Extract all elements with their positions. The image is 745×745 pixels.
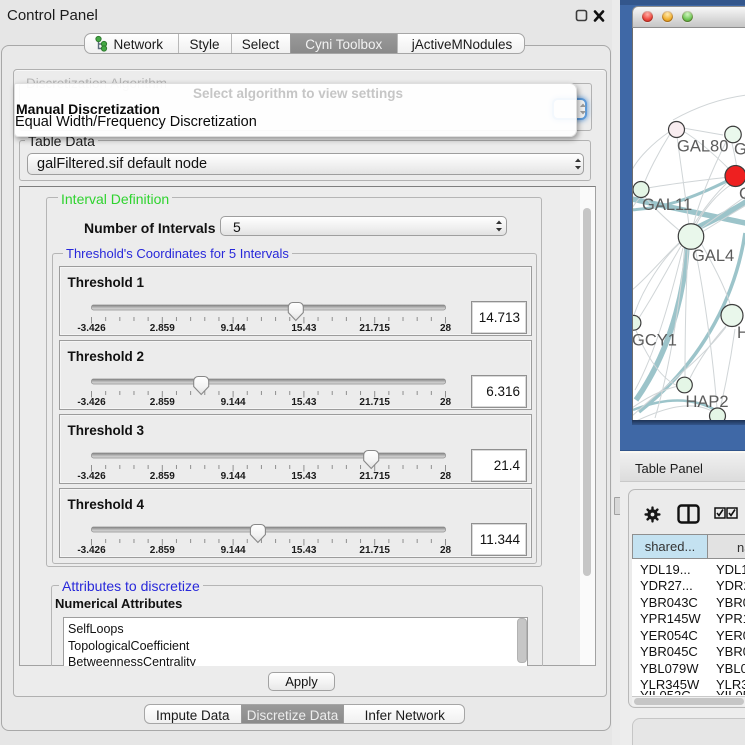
svg-text:15.43: 15.43 bbox=[291, 397, 316, 408]
svg-text:-3.426: -3.426 bbox=[77, 471, 106, 482]
svg-text:9.144: 9.144 bbox=[220, 397, 245, 408]
svg-text:GAL4: GAL4 bbox=[692, 247, 734, 265]
svg-text:HA: HA bbox=[737, 324, 745, 342]
svg-text:2.859: 2.859 bbox=[149, 323, 174, 334]
svg-text:15.43: 15.43 bbox=[291, 545, 316, 556]
svg-text:28: 28 bbox=[439, 471, 451, 482]
svg-text:CD: CD bbox=[739, 185, 745, 203]
svg-text:2.859: 2.859 bbox=[149, 471, 174, 482]
svg-text:-3.426: -3.426 bbox=[77, 323, 106, 334]
svg-text:GAL80: GAL80 bbox=[677, 138, 728, 156]
svg-text:9.144: 9.144 bbox=[220, 545, 245, 556]
svg-text:-3.426: -3.426 bbox=[77, 545, 106, 556]
svg-text:9.144: 9.144 bbox=[220, 323, 245, 334]
svg-text:-3.426: -3.426 bbox=[77, 397, 106, 408]
svg-text:15.43: 15.43 bbox=[291, 471, 316, 482]
svg-text:2.859: 2.859 bbox=[149, 397, 174, 408]
svg-text:28: 28 bbox=[439, 545, 451, 556]
svg-text:GAL11: GAL11 bbox=[642, 196, 692, 214]
svg-text:HAP2: HAP2 bbox=[686, 393, 729, 411]
svg-text:21.715: 21.715 bbox=[359, 471, 390, 482]
svg-text:28: 28 bbox=[439, 397, 451, 408]
svg-text:GAL2: GAL2 bbox=[734, 141, 745, 159]
svg-text:2.859: 2.859 bbox=[149, 545, 174, 556]
svg-text:9.144: 9.144 bbox=[220, 471, 245, 482]
svg-text:15.43: 15.43 bbox=[291, 323, 316, 334]
svg-text:28: 28 bbox=[439, 323, 451, 334]
svg-text:21.715: 21.715 bbox=[359, 323, 390, 334]
svg-text:GCY1: GCY1 bbox=[633, 332, 677, 350]
svg-text:21.715: 21.715 bbox=[359, 545, 390, 556]
svg-text:21.715: 21.715 bbox=[359, 397, 390, 408]
